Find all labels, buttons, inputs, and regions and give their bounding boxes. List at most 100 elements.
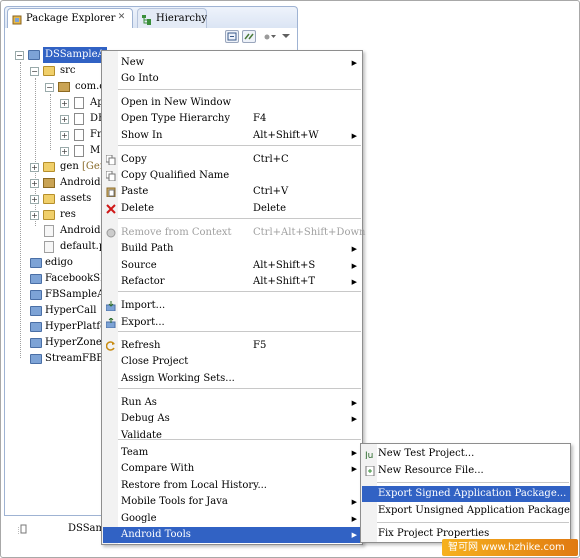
collapse-icon[interactable]: − <box>15 51 24 60</box>
delete-icon <box>106 204 116 214</box>
expand-icon[interactable]: + <box>60 147 69 156</box>
remove-context-icon <box>106 228 116 238</box>
tree-item-assets[interactable]: + assets <box>30 191 100 207</box>
status-label: DSSam <box>68 523 105 534</box>
folder-icon <box>43 210 55 220</box>
source-folder-icon <box>43 66 55 76</box>
tree-item-manifest[interactable]: AndroidM <box>30 223 111 239</box>
tree-item-project[interactable]: HyperCall <box>30 303 100 319</box>
tree-item-project[interactable]: FBSampleAp <box>30 287 111 303</box>
tree-item-package[interactable]: − com.c <box>45 79 105 95</box>
java-file-icon <box>74 113 84 125</box>
menu-item-label: Google <box>121 513 157 524</box>
menu-item-label: Export... <box>121 317 165 328</box>
status-icon <box>17 524 28 536</box>
tree-item-project[interactable]: HyperPlatfor <box>30 319 111 335</box>
menu-item-export[interactable]: Export... <box>103 315 362 331</box>
collapse-icon[interactable]: − <box>30 67 39 76</box>
project-icon <box>30 258 42 268</box>
tree-item-project[interactable]: HyperZone <box>30 335 102 351</box>
expand-icon[interactable]: + <box>30 195 39 204</box>
menu-item-label: Restore from Local History... <box>121 480 267 491</box>
tree-item-label: Fr <box>90 129 102 140</box>
source-folder-icon <box>43 162 55 172</box>
expand-icon[interactable]: + <box>60 115 69 124</box>
expand-icon[interactable]: + <box>60 131 69 140</box>
menu-item-android-tools[interactable]: Android Tools ▶ <box>103 527 362 543</box>
menu-item-refactor[interactable]: Refactor Alt+Shift+T ▶ <box>103 274 362 290</box>
tree-item-file[interactable]: + Fr <box>60 127 105 143</box>
menu-item-show-in[interactable]: Show In Alt+Shift+W ▶ <box>103 128 362 144</box>
menu-item-refresh[interactable]: Refresh F5 <box>103 338 362 354</box>
menu-item-paste[interactable]: Paste Ctrl+V <box>103 184 362 200</box>
tree-item-gen[interactable]: + gen [Gen <box>30 159 106 175</box>
tree-item-file[interactable]: + M <box>60 143 105 159</box>
menu-item-open-type-hierarchy[interactable]: Open Type Hierarchy F4 <box>103 111 362 127</box>
menu-item-team[interactable]: Team ▶ <box>103 445 362 461</box>
menu-item-validate[interactable]: Validate <box>103 428 362 444</box>
tab-label: Hierarchy <box>156 13 208 24</box>
menu-item-label: Go Into <box>121 73 159 84</box>
menu-item-mobile-tools-for-java[interactable]: Mobile Tools for Java ▶ <box>103 494 362 510</box>
menu-item-copy[interactable]: Copy Ctrl+C <box>103 152 362 168</box>
menu-item-new[interactable]: New ▶ <box>103 55 362 71</box>
import-icon <box>105 301 116 312</box>
package-icon <box>58 82 70 92</box>
menu-item-debug-as[interactable]: Debug As ▶ <box>103 411 362 427</box>
menu-item-label: Source <box>121 260 157 271</box>
menu-item-export-unsigned[interactable]: Export Unsigned Application Package... <box>362 503 570 519</box>
svg-text:Ju: Ju <box>365 451 373 459</box>
android-tools-submenu: Ju New Test Project... New Resource File… <box>360 443 571 543</box>
chevron-down-icon[interactable] <box>281 31 291 41</box>
menu-item-source[interactable]: Source Alt+Shift+S ▶ <box>103 258 362 274</box>
tree-item-file[interactable]: + Ap <box>60 95 105 111</box>
menu-item-new-resource-file[interactable]: New Resource File... <box>362 463 570 479</box>
menu-item-restore-from-local-history[interactable]: Restore from Local History... <box>103 478 362 494</box>
menu-item-label: Build Path <box>121 243 174 254</box>
expand-icon[interactable]: + <box>30 179 39 188</box>
menu-item-close-project[interactable]: Close Project <box>103 354 362 370</box>
menu-item-accelerator: F5 <box>253 340 267 351</box>
menu-item-import[interactable]: Import... <box>103 298 362 314</box>
menu-item-accelerator: Alt+Shift+S <box>253 260 316 271</box>
expand-icon[interactable]: + <box>30 163 39 172</box>
menu-item-open-in-new-window[interactable]: Open in New Window <box>103 95 362 111</box>
menu-item-delete[interactable]: Delete Delete <box>103 201 362 217</box>
tree-item-project[interactable]: edigo <box>30 255 100 271</box>
project-icon <box>30 290 42 300</box>
collapse-icon[interactable]: − <box>45 83 54 92</box>
menu-item-build-path[interactable]: Build Path ▶ <box>103 241 362 257</box>
submenu-arrow-icon: ▶ <box>351 515 357 523</box>
view-menu-icon[interactable] <box>263 31 277 43</box>
tree-item-src[interactable]: − src <box>30 63 110 79</box>
close-icon[interactable]: ✕ <box>117 13 126 22</box>
menu-item-label: Import... <box>121 300 166 311</box>
menu-item-run-as[interactable]: Run As ▶ <box>103 395 362 411</box>
tab-package-explorer[interactable]: Package Explorer ✕ <box>7 8 133 28</box>
resource-file-icon <box>365 465 375 477</box>
link-with-editor-icon[interactable] <box>242 30 256 43</box>
menu-item-assign-working-sets[interactable]: Assign Working Sets... <box>103 371 362 387</box>
tree-item-file[interactable]: + DE <box>60 111 105 127</box>
export-icon <box>105 317 116 329</box>
expand-icon[interactable]: + <box>60 99 69 108</box>
menu-item-copy-qualified-name[interactable]: Copy Qualified Name <box>103 168 362 184</box>
menu-item-go-into[interactable]: Go Into <box>103 71 362 87</box>
menu-item-label: Run As <box>121 397 157 408</box>
tree-item-default-prop[interactable]: default.p <box>30 239 105 255</box>
menu-item-google[interactable]: Google ▶ <box>103 511 362 527</box>
tree-item-project[interactable]: − DSSampleA <box>15 47 115 63</box>
menu-separator <box>118 89 361 90</box>
tab-hierarchy[interactable]: Hierarchy <box>137 8 207 28</box>
menu-item-export-signed[interactable]: Export Signed Application Package... <box>362 486 570 502</box>
menu-item-compare-with[interactable]: Compare With ▶ <box>103 461 362 477</box>
menu-item-label: Open Type Hierarchy <box>121 113 231 124</box>
collapse-all-icon[interactable] <box>225 30 239 43</box>
menu-item-new-test-project[interactable]: Ju New Test Project... <box>362 446 570 462</box>
tree-item-project[interactable]: StreamFBEx <box>30 351 109 367</box>
expand-icon[interactable]: + <box>30 211 39 220</box>
tree-item-project[interactable]: FacebookSD <box>30 271 108 287</box>
test-project-icon: Ju <box>364 449 375 461</box>
tree-item-res[interactable]: + res <box>30 207 100 223</box>
tree-item-android-lib[interactable]: + Android <box>30 175 100 191</box>
